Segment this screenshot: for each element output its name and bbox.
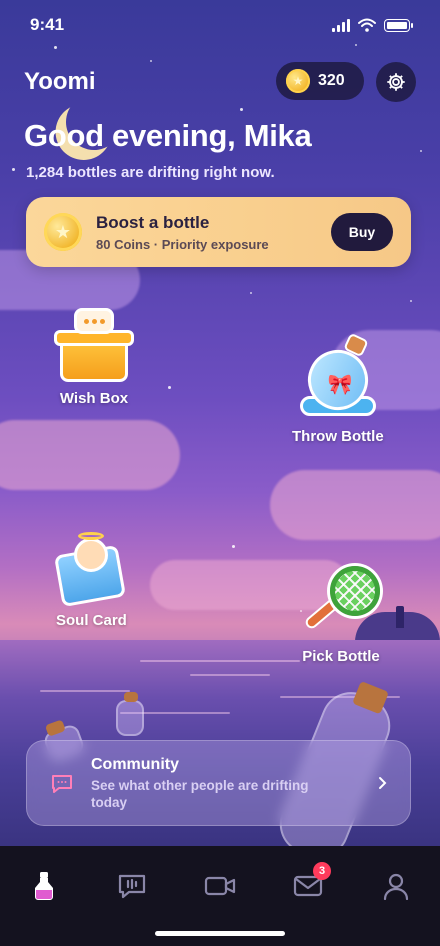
boost-description: 80 Coins · Priority exposure xyxy=(96,236,269,252)
angel-letter-icon xyxy=(54,532,127,608)
star-decoration xyxy=(232,545,235,548)
pick-bottle-label: Pick Bottle xyxy=(302,648,380,665)
home-indicator xyxy=(155,931,285,936)
coin-balance-value: 320 xyxy=(318,72,345,89)
community-title: Community xyxy=(91,755,179,773)
wish-box-button[interactable]: Wish Box xyxy=(54,308,134,407)
wifi-icon xyxy=(358,18,376,32)
status-bar: 9:41 xyxy=(0,12,440,38)
drifting-count-text: 1,284 bottles are drifting right now. xyxy=(26,164,275,181)
community-subtitle: See what other people are drifting today xyxy=(91,777,309,810)
pick-bottle-button[interactable]: Pick Bottle xyxy=(300,566,382,665)
tab-profile[interactable] xyxy=(371,868,421,904)
buy-button[interactable]: Buy xyxy=(331,213,393,251)
settings-button[interactable] xyxy=(376,62,416,102)
bottom-tab-bar: 3 xyxy=(0,846,440,946)
voice-chat-icon xyxy=(118,874,146,899)
gear-icon xyxy=(387,73,405,91)
boost-bottle-card[interactable]: ★ Boost a bottle 80 Coins · Priority exp… xyxy=(26,197,411,267)
status-icons xyxy=(332,18,413,32)
throw-bottle-button[interactable]: 🎀 Throw Bottle xyxy=(292,332,384,445)
floating-bottle-decoration xyxy=(116,692,144,736)
community-text: Community See what other people are drif… xyxy=(91,756,370,811)
star-decoration xyxy=(410,300,412,302)
bottle-icon xyxy=(35,872,53,900)
tab-messages[interactable]: 3 xyxy=(283,862,333,904)
message-bottle-icon: 🎀 xyxy=(299,332,377,422)
status-time: 9:41 xyxy=(30,15,65,34)
wish-box-label: Wish Box xyxy=(59,390,129,407)
cloud-decoration xyxy=(0,420,180,490)
star-decoration xyxy=(355,44,357,46)
chevron-right-icon xyxy=(370,771,394,795)
star-decoration xyxy=(150,60,152,62)
star-decoration xyxy=(54,46,57,49)
boost-title: Boost a bottle xyxy=(96,212,210,232)
star-decoration xyxy=(240,108,243,111)
tab-bottle[interactable] xyxy=(19,868,69,904)
tab-chat[interactable] xyxy=(107,868,157,904)
boost-text: Boost a bottle 80 Coins · Priority expos… xyxy=(96,213,331,252)
person-icon xyxy=(383,873,409,900)
battery-icon xyxy=(384,18,413,32)
app-brand: Yoomi xyxy=(24,68,96,95)
star-decoration xyxy=(420,150,422,152)
unread-badge: 3 xyxy=(313,862,331,880)
gift-box-icon xyxy=(54,308,134,384)
tab-video[interactable] xyxy=(195,868,245,904)
greeting-title: Good evening, Mika xyxy=(24,118,312,153)
star-decoration xyxy=(12,168,15,171)
signal-icon xyxy=(332,18,350,32)
coin-balance-button[interactable]: ★ 320 xyxy=(276,62,364,100)
app-screen: 9:41 Yoomi ★ 320 Good evening, Mika 1,28… xyxy=(0,0,440,946)
soul-card-button[interactable]: Soul Card xyxy=(54,532,127,629)
community-card[interactable]: Community See what other people are drif… xyxy=(26,740,411,826)
throw-bottle-label: Throw Bottle xyxy=(292,428,384,445)
lighthouse-decoration xyxy=(396,606,404,628)
star-decoration xyxy=(168,386,171,389)
video-camera-icon xyxy=(204,876,236,896)
cloud-decoration xyxy=(270,470,440,540)
soul-card-label: Soul Card xyxy=(56,612,127,629)
chat-bubble-icon xyxy=(49,770,75,796)
coin-icon: ★ xyxy=(286,69,310,93)
star-decoration xyxy=(250,292,252,294)
coin-icon: ★ xyxy=(44,213,82,251)
fishing-net-icon xyxy=(300,566,382,642)
